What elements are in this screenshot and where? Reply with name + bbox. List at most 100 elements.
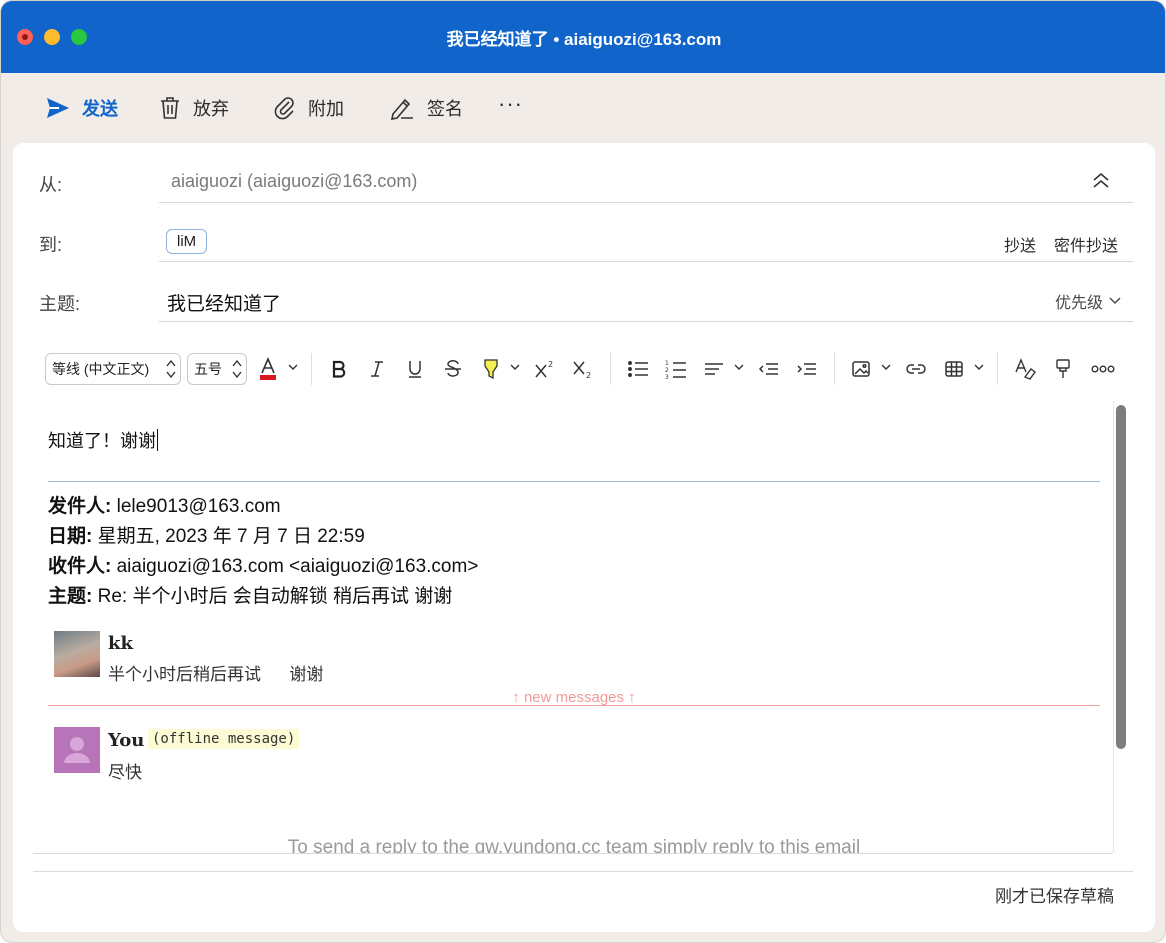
message-text: 尽快 [108,763,142,782]
subscript-icon: 2 [573,361,591,379]
offline-message-tag: (offline message) [148,729,300,749]
divider [33,853,1113,854]
align-button[interactable] [702,357,726,381]
format-painter-icon [1056,359,1070,378]
new-messages-label: ↑ new messages ↑ [512,689,636,706]
insert-table-button[interactable] [942,357,966,381]
body-scrollbar[interactable] [1116,405,1126,749]
priority-dropdown[interactable]: 优先级 [1055,289,1121,313]
bullet-list-icon [628,361,648,377]
avatar [54,727,100,773]
quoted-subject-value: Re: 半个小时后 会自动解锁 稍后再试 谢谢 [97,586,453,607]
reply-text[interactable]: 知道了！谢谢 [48,427,158,453]
divider [610,353,611,385]
chevron-double-up-icon [1093,172,1109,188]
insert-link-button[interactable] [904,357,928,381]
font-size-select[interactable]: 五号 [187,353,247,385]
increase-indent-button[interactable] [795,357,819,381]
send-label: 发送 [82,99,118,119]
svg-text:2: 2 [586,371,591,379]
title-bar: 我已经知道了 • aiaiguozi@163.com [1,1,1165,73]
quoted-from-value: lele9013@163.com [116,496,281,517]
send-icon [47,98,69,118]
strikethrough-icon [445,360,461,377]
bold-button[interactable] [327,357,351,381]
numbered-list-icon: 123 [665,360,686,379]
chevron-down-icon[interactable] [288,363,298,371]
font-size-value: 五号 [194,361,222,377]
clear-formatting-button[interactable] [1013,357,1037,381]
quoted-to: 收件人: aiaiguozi@163.com <aiaiguozi@163.co… [48,551,478,578]
more-label: ··· [498,91,523,116]
svg-text:2: 2 [548,360,553,369]
paperclip-icon [274,97,294,120]
trash-icon [161,97,179,119]
signature-button[interactable]: 签名 [389,93,463,123]
signature-label: 签名 [427,99,463,119]
chevron-down-icon [1109,297,1121,304]
quoted-subject-label: 主题: [48,586,93,607]
superscript-button[interactable]: 2 [533,357,557,381]
reply-hint-text: To send a reply to the gw.yundong.cc tea… [287,837,861,853]
italic-button[interactable] [365,357,389,381]
font-color-button[interactable] [256,357,280,381]
font-family-select[interactable]: 等线 (中文正文) [45,353,181,385]
more-format-options-button[interactable] [1089,357,1117,381]
send-button[interactable]: 发送 [46,93,118,123]
from-account-selector[interactable]: aiaiguozi (aiaiguozi@163.com) [171,171,417,192]
cc-button[interactable]: 抄送 [1004,232,1036,256]
bullet-list-button[interactable] [626,357,650,381]
highlight-button[interactable] [479,357,503,381]
increase-indent-icon [797,363,816,375]
collapse-header-button[interactable] [1091,171,1111,194]
avatar [54,631,100,677]
stepper-arrows-icon [232,359,242,379]
attach-button[interactable]: 附加 [274,93,344,123]
font-color-icon [260,357,276,380]
quote-separator [48,481,1100,482]
image-icon [852,361,870,377]
chevron-down-icon[interactable] [734,363,744,371]
quoted-to-value: aiaiguozi@163.com <aiaiguozi@163.com> [116,556,479,577]
underline-icon [409,361,421,378]
to-label: 到: [39,235,63,255]
message-text: 半个小时后稍后再试 谢谢 [108,665,324,684]
more-options-button[interactable]: ··· [498,89,523,119]
text-cursor [157,429,158,451]
chevron-down-icon[interactable] [974,363,984,371]
format-toolbar: 等线 (中文正文) 五号 2 2 1 2 3 [13,349,1155,389]
mail-compose-window: 我已经知道了 • aiaiguozi@163.com 发送 放弃 附加 签名 ·… [0,0,1166,943]
more-icon [1091,365,1115,373]
divider [1113,401,1114,853]
underline-button[interactable] [403,357,427,381]
clear-format-icon [1015,358,1036,380]
recipient-chip[interactable]: liM [166,229,208,254]
chevron-down-icon[interactable] [881,363,891,371]
numbered-list-button[interactable]: 123 [664,357,688,381]
pen-signature-icon [390,98,413,120]
divider [159,202,1133,203]
message-body-editor[interactable]: 知道了！谢谢 发件人: lele9013@163.com 日期: 星期五, 20… [33,401,1113,853]
svg-text:3: 3 [665,374,669,379]
highlighter-icon [484,359,498,380]
font-family-value: 等线 (中文正文) [52,361,150,377]
bold-icon [332,360,346,378]
discard-button[interactable]: 放弃 [159,93,229,123]
subject-input[interactable]: 我已经知道了 [167,289,281,316]
compose-toolbar: 发送 放弃 附加 签名 ··· [1,73,1165,143]
strikethrough-button[interactable] [441,357,465,381]
svg-text:2: 2 [665,367,669,374]
italic-icon [371,361,383,377]
chevron-down-icon[interactable] [510,363,520,371]
insert-picture-button[interactable] [849,357,873,381]
bcc-button[interactable]: 密件抄送 [1054,232,1118,256]
discard-label: 放弃 [193,99,229,119]
decrease-indent-icon [758,363,778,375]
user-silhouette-icon [64,737,90,763]
format-painter-button[interactable] [1051,357,1075,381]
subscript-button[interactable]: 2 [571,357,595,381]
attach-label: 附加 [308,99,344,119]
draft-saved-status: 刚才已保存草稿 [995,887,1114,906]
decrease-indent-button[interactable] [757,357,781,381]
reply-text-content: 知道了！谢谢 [48,431,156,451]
